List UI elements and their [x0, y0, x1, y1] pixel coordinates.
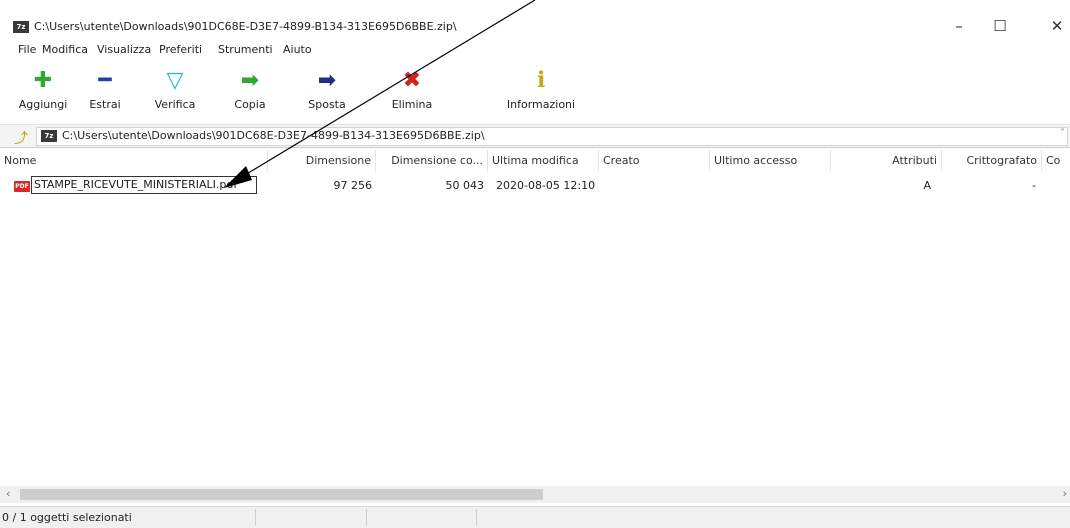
col-dimensione-compressa[interactable]: Dimensione co...: [376, 150, 488, 172]
delete-label: Elimina: [391, 98, 433, 111]
status-bar: 0 / 1 oggetti selezionati: [0, 506, 1070, 528]
cell-accessed: [714, 176, 827, 196]
move-label: Sposta: [308, 98, 346, 111]
horizontal-scrollbar[interactable]: ‹ ›: [0, 486, 1070, 503]
maximize-icon[interactable]: ☐: [985, 14, 1015, 38]
menu-modifica[interactable]: Modifica: [42, 43, 88, 56]
verify-button[interactable]: ▽ Verifica: [144, 68, 206, 111]
column-header: Nome Dimensione Dimensione co... Ultima …: [0, 150, 1070, 172]
menu-visualizza[interactable]: Visualizza: [97, 43, 151, 56]
app-icon: 7z: [13, 21, 29, 33]
cell-size: 97 256: [333, 179, 373, 192]
col-attributi[interactable]: Attributi: [831, 150, 942, 172]
add-label: Aggiungi: [18, 98, 68, 111]
pdf-icon: PDF: [14, 181, 30, 192]
menu-strumenti[interactable]: Strumenti: [218, 43, 273, 56]
status-divider: [255, 509, 256, 526]
copy-label: Copia: [234, 98, 266, 111]
move-button[interactable]: ➡ Sposta: [296, 68, 358, 111]
selection-status: 0 / 1 oggetti selezionati: [2, 511, 132, 524]
scroll-left-icon[interactable]: ‹: [6, 487, 10, 500]
address-bar: ⤴ 7z C:\Users\utente\Downloads\901DC68E-…: [0, 125, 1070, 148]
address-path: C:\Users\utente\Downloads\901DC68E-D3E7-…: [62, 129, 485, 142]
folder-up-icon[interactable]: ⤴: [14, 128, 28, 148]
col-nome[interactable]: Nome: [0, 150, 268, 172]
delete-button[interactable]: ✖ Elimina: [381, 68, 443, 111]
chevron-down-icon[interactable]: ˅: [1060, 128, 1065, 139]
scroll-right-icon[interactable]: ›: [1063, 487, 1067, 500]
cell-modified: 2020-08-05 12:10: [496, 179, 596, 192]
col-creato[interactable]: Creato: [599, 150, 710, 172]
cell-created: [603, 176, 706, 196]
status-divider: [476, 509, 477, 526]
menu-file[interactable]: File: [18, 43, 36, 56]
info-icon: ℹ: [536, 68, 546, 93]
menu-aiuto[interactable]: Aiuto: [283, 43, 312, 56]
extract-label: Estrai: [89, 98, 121, 111]
cell-encrypted: -: [1032, 179, 1036, 192]
archive-icon: 7z: [41, 130, 57, 142]
copy-icon: ➡: [240, 68, 260, 93]
info-button[interactable]: ℹ Informazioni: [501, 68, 581, 111]
address-field[interactable]: 7z C:\Users\utente\Downloads\901DC68E-D3…: [36, 127, 1068, 146]
extract-icon: ━: [98, 68, 112, 93]
col-dimensione[interactable]: Dimensione: [268, 150, 376, 172]
window-title: C:\Users\utente\Downloads\901DC68E-D3E7-…: [34, 20, 457, 33]
info-label: Informazioni: [506, 98, 576, 111]
title-bar: 7z C:\Users\utente\Downloads\901DC68E-D3…: [0, 0, 1070, 38]
copy-button[interactable]: ➡ Copia: [219, 68, 281, 111]
col-crittografato[interactable]: Crittografato: [942, 150, 1042, 172]
col-ultima-modifica[interactable]: Ultima modifica: [488, 150, 599, 172]
add-icon: ✚: [33, 68, 53, 93]
status-divider: [366, 509, 367, 526]
move-icon: ➡: [317, 68, 337, 93]
close-icon[interactable]: ✕: [1042, 14, 1070, 38]
verify-icon: ▽: [166, 68, 184, 93]
delete-icon: ✖: [402, 68, 422, 93]
toolbar: ✚ Aggiungi ━ Estrai ▽ Verifica ➡ Copia ➡…: [0, 62, 1070, 125]
scroll-thumb[interactable]: [20, 489, 543, 500]
cell-attributes: A: [923, 179, 931, 192]
verify-label: Verifica: [154, 98, 196, 111]
col-ultimo-accesso[interactable]: Ultimo accesso: [710, 150, 831, 172]
minimize-icon[interactable]: –: [944, 14, 974, 38]
table-row[interactable]: PDF STAMPE_RICEVUTE_MINISTERIALI.pdf 97 …: [0, 176, 1070, 196]
rename-input[interactable]: STAMPE_RICEVUTE_MINISTERIALI.pdf: [31, 176, 257, 194]
menu-preferiti[interactable]: Preferiti: [159, 43, 202, 56]
add-button[interactable]: ✚ Aggiungi: [12, 68, 74, 111]
extract-button[interactable]: ━ Estrai: [74, 68, 136, 111]
menu-bar: File Modifica Visualizza Preferiti Strum…: [0, 38, 1070, 60]
col-commento[interactable]: Co: [1042, 150, 1070, 172]
cell-packed-size: 50 043: [445, 179, 485, 192]
